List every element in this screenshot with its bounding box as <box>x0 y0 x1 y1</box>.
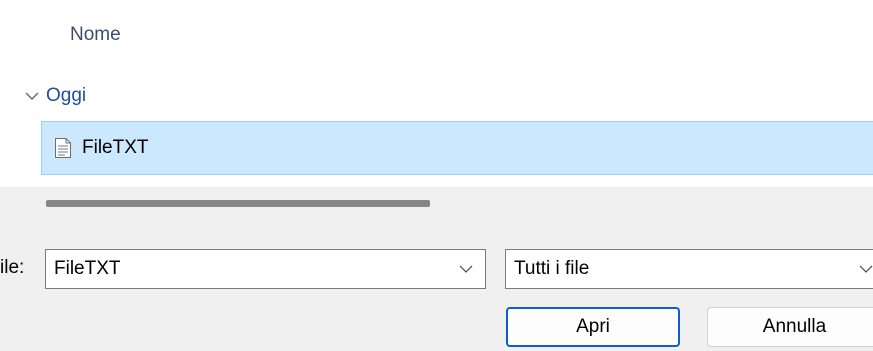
filename-combobox[interactable]: FileTXT <box>45 249 486 289</box>
chevron-down-icon[interactable] <box>859 262 873 276</box>
chevron-down-icon[interactable] <box>24 88 40 104</box>
column-header-name[interactable]: Nome <box>70 24 121 46</box>
filename-label: ile: <box>0 257 25 278</box>
file-row[interactable]: FileTXT <box>41 121 873 175</box>
group-label: Oggi <box>46 85 87 106</box>
group-header-today[interactable]: Oggi <box>24 83 86 109</box>
file-name: FileTXT <box>82 137 149 158</box>
file-type-value: Tutti i file <box>514 258 590 279</box>
open-button[interactable]: Apri <box>506 307 680 347</box>
cancel-button[interactable]: Annulla <box>707 307 873 347</box>
filename-input[interactable]: FileTXT <box>46 258 459 280</box>
file-type-select[interactable]: Tutti i file <box>505 249 873 289</box>
horizontal-scrollbar-thumb[interactable] <box>46 200 430 207</box>
chevron-down-icon[interactable] <box>459 262 473 276</box>
file-list[interactable]: Nome Oggi FileTXT <box>0 0 873 187</box>
dialog-bottom-panel: ile: FileTXT Tutti i file Apri Annulla <box>0 187 873 351</box>
text-file-icon <box>55 138 71 158</box>
